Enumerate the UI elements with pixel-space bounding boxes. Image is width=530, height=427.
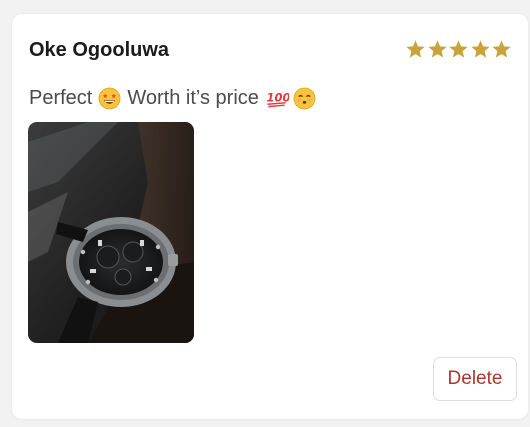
hundred-points-emoji-icon: 100 [266,90,289,107]
reviewer-name: Oke Ogooluwa [29,39,170,61]
star-icon [406,40,425,58]
star-icon [449,40,468,58]
star-icon [492,40,511,58]
kissing-smiling-eyes-emoji-icon [293,87,316,109]
star-icon [470,40,490,58]
star-struck-emoji-icon [98,87,121,109]
wristwatch-photo [28,122,194,343]
review-card: Oke Ogooluwa Perfect Worth it’s price 10… [12,14,528,419]
svg-text:100: 100 [266,90,289,104]
delete-button[interactable]: Delete [433,357,517,401]
star-rating [405,39,513,60]
review-text-part-1: Perfect [29,87,93,109]
review-photo[interactable] [28,122,194,343]
star-icon [427,40,447,58]
review-text-part-2: Worth it’s price [127,87,259,109]
review-text: Perfect Worth it’s price 100 [29,86,322,110]
